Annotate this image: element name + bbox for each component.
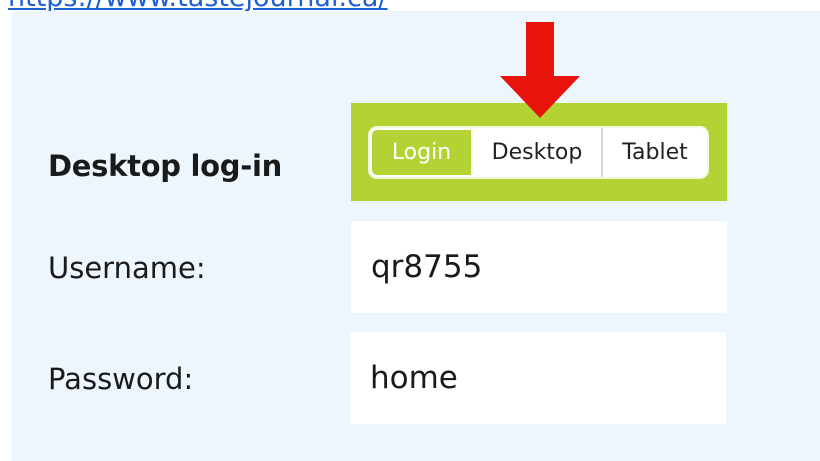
toggle-desktop[interactable]: Desktop: [473, 128, 603, 177]
username-label: Username:: [48, 251, 206, 285]
down-arrow-icon: [500, 22, 580, 118]
toggle-login[interactable]: Login: [370, 128, 473, 177]
username-field[interactable]: qr8755: [351, 221, 727, 313]
password-field[interactable]: home: [350, 332, 726, 424]
mode-toggle: Login Desktop Tablet: [368, 126, 709, 179]
toggle-tablet[interactable]: Tablet: [603, 128, 707, 177]
password-label: Password:: [48, 362, 194, 396]
page-title: Desktop log-in: [48, 149, 282, 183]
